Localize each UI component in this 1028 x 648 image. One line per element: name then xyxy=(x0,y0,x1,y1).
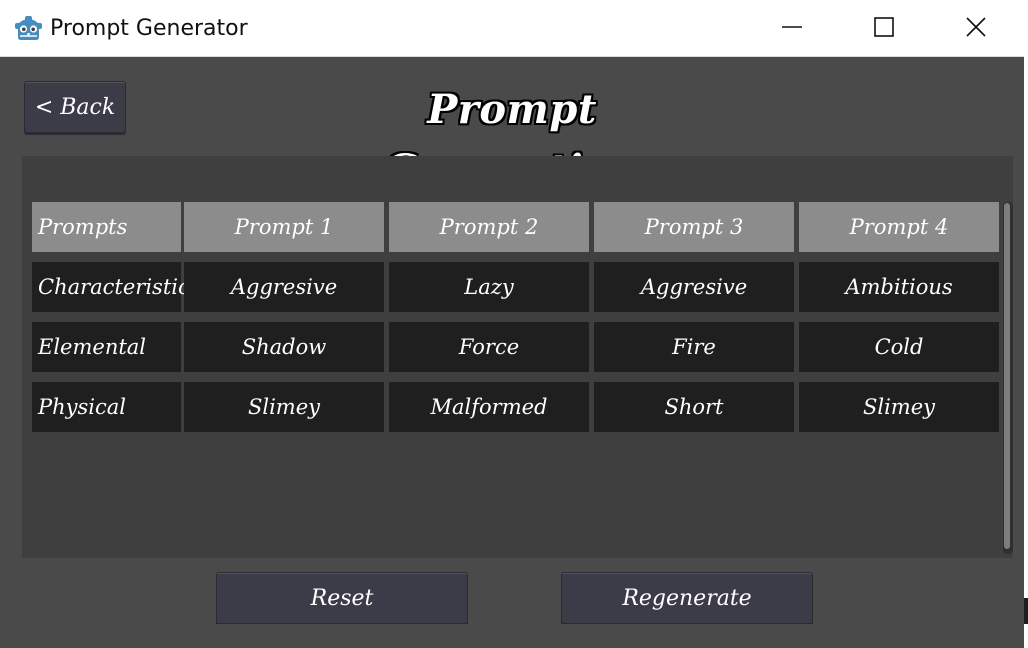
window-bottom-strip xyxy=(0,624,1024,648)
window-frame-edge xyxy=(1024,0,1028,648)
regenerate-button[interactable]: Regenerate xyxy=(561,572,813,624)
row-label-elemental: Elemental xyxy=(32,322,181,372)
column-header-prompt-4: Prompt 4 xyxy=(799,202,999,252)
row-label-physical: Physical xyxy=(32,382,181,432)
page-title: Prompt Generation xyxy=(384,86,639,193)
table-cell: Aggresive xyxy=(594,262,794,312)
column-header-prompt-3: Prompt 3 xyxy=(594,202,794,252)
minimize-icon xyxy=(781,16,803,42)
reset-button[interactable]: Reset xyxy=(216,572,468,624)
table-cell: Aggresive xyxy=(184,262,384,312)
footer-bar xyxy=(22,558,1013,624)
table-cell: Malformed xyxy=(389,382,589,432)
row-label-characteristic: Characteristic: xyxy=(32,262,197,312)
table-cell: Force xyxy=(389,322,589,372)
table-cell: Slimey xyxy=(184,382,384,432)
back-button[interactable]: < Back xyxy=(24,81,126,133)
godot-robot-icon xyxy=(14,15,43,42)
table-cell: Slimey xyxy=(799,382,999,432)
column-header-prompt-2: Prompt 2 xyxy=(389,202,589,252)
table-cell: Fire xyxy=(594,322,794,372)
close-icon xyxy=(965,16,987,42)
table-cell: Lazy xyxy=(389,262,589,312)
minimize-button[interactable] xyxy=(746,0,838,57)
table-cell: Cold xyxy=(799,322,999,372)
table-scrollbar[interactable] xyxy=(1003,202,1013,554)
window-frame-shadow xyxy=(1024,598,1028,624)
scrollbar-thumb[interactable] xyxy=(1004,203,1010,549)
column-header-prompt-1: Prompt 1 xyxy=(184,202,384,252)
maximize-icon xyxy=(873,16,895,42)
table-cell: Shadow xyxy=(184,322,384,372)
window-titlebar: Prompt Generator xyxy=(0,0,1024,57)
column-header-prompts: Prompts xyxy=(32,202,181,252)
close-button[interactable] xyxy=(930,0,1022,57)
table-cell: Short xyxy=(594,382,794,432)
window-title: Prompt Generator xyxy=(50,16,248,41)
table-cell: Ambitious xyxy=(799,262,999,312)
maximize-button[interactable] xyxy=(838,0,930,57)
